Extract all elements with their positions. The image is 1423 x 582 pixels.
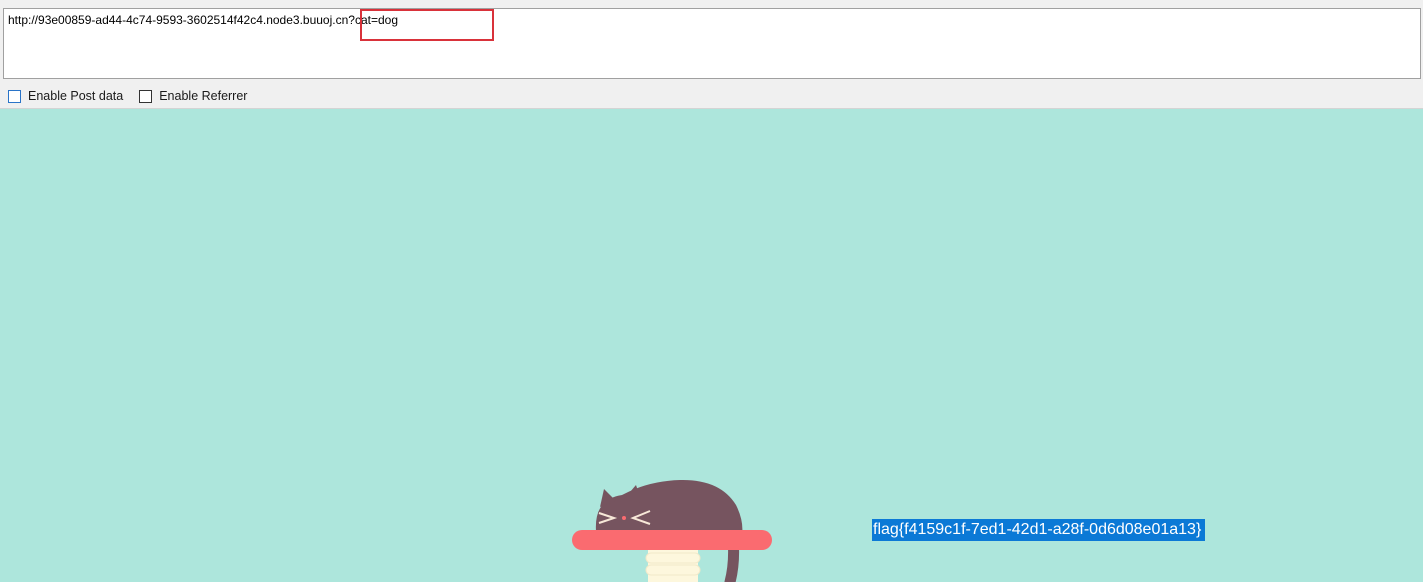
hackbar-toolbar: http://93e00859-ad44-4c74-9593-3602514f4…	[0, 0, 1423, 109]
scratch-post	[645, 545, 701, 582]
sleeping-cat-illustration	[572, 479, 772, 582]
page-content: flag{f4159c1f-7ed1-42d1-a28f-0d6d08e01a1…	[0, 109, 1423, 582]
enable-referrer-checkbox[interactable]	[139, 89, 153, 103]
enable-post-data-checkbox[interactable]	[8, 89, 21, 103]
url-input[interactable]: http://93e00859-ad44-4c74-9593-3602514f4…	[3, 8, 1421, 79]
cat-body	[595, 479, 743, 535]
enable-post-data-label: Enable Post data	[28, 89, 124, 103]
flag-text: flag{f4159c1f-7ed1-42d1-a28f-0d6d08e01a1…	[872, 519, 1206, 541]
cat-shelf	[572, 530, 772, 550]
enable-referrer-option[interactable]: Enable Referrer	[139, 89, 247, 103]
enable-referrer-label: Enable Referrer	[159, 89, 248, 103]
url-text: http://93e00859-ad44-4c74-9593-3602514f4…	[8, 13, 398, 27]
options-row: Enable Post data Enable Referrer	[8, 87, 263, 105]
enable-post-data-option[interactable]: Enable Post data	[8, 89, 123, 103]
